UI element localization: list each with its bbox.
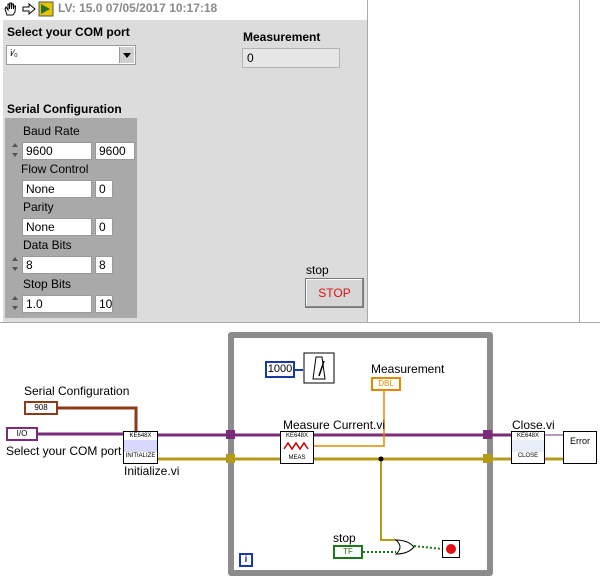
initialize-icon-top: KE648X [124,432,157,440]
measure-icon-top: KE648X [285,433,309,439]
wait-ms-constant[interactable]: 1000 [265,361,295,378]
error-handler-text: Error [570,436,590,446]
close-label: Close.vi [512,418,555,432]
loop-condition-terminal[interactable] [442,540,460,558]
iteration-terminal: i [239,553,253,567]
error-handler-icon[interactable]: Error [563,431,597,464]
measure-current-subvi[interactable]: KE648X MEAS [280,431,314,464]
close-icon-top: KE648X [516,433,540,439]
com-port-terminal-label: Select your COM port [6,444,122,458]
initialize-icon-bottom: INITIALIZE [125,453,156,459]
initialize-label: Initialize.vi [124,464,180,478]
stop-condition-icon [446,544,456,554]
wait-timer-icon[interactable] [303,352,335,384]
close-plug-icon [512,440,544,452]
stop-terminal-label: stop [333,531,356,545]
wait-wire [295,369,303,371]
serial-config-terminal-label: Serial Configuration [24,384,130,398]
close-subvi[interactable]: KE648X CLOSE [511,431,545,464]
stop-terminal[interactable]: TF [333,545,363,559]
wires [37,390,563,553]
initialize-chip-icon [124,440,157,452]
measurement-terminal-label: Measurement [371,362,445,376]
measure-icon-bottom: MEAS [288,455,306,461]
waveform-icon [283,441,309,451]
serial-config-terminal[interactable]: 908 [24,401,58,415]
com-port-terminal[interactable]: I/O [6,427,38,441]
initialize-subvi[interactable]: KE648X INITIALIZE [123,431,158,464]
close-icon-bottom: CLOSE [517,453,539,459]
measure-current-label: Measure Current.vi [283,418,386,432]
measurement-terminal[interactable]: DBL [371,377,401,391]
or-gate-icon[interactable] [394,538,416,556]
